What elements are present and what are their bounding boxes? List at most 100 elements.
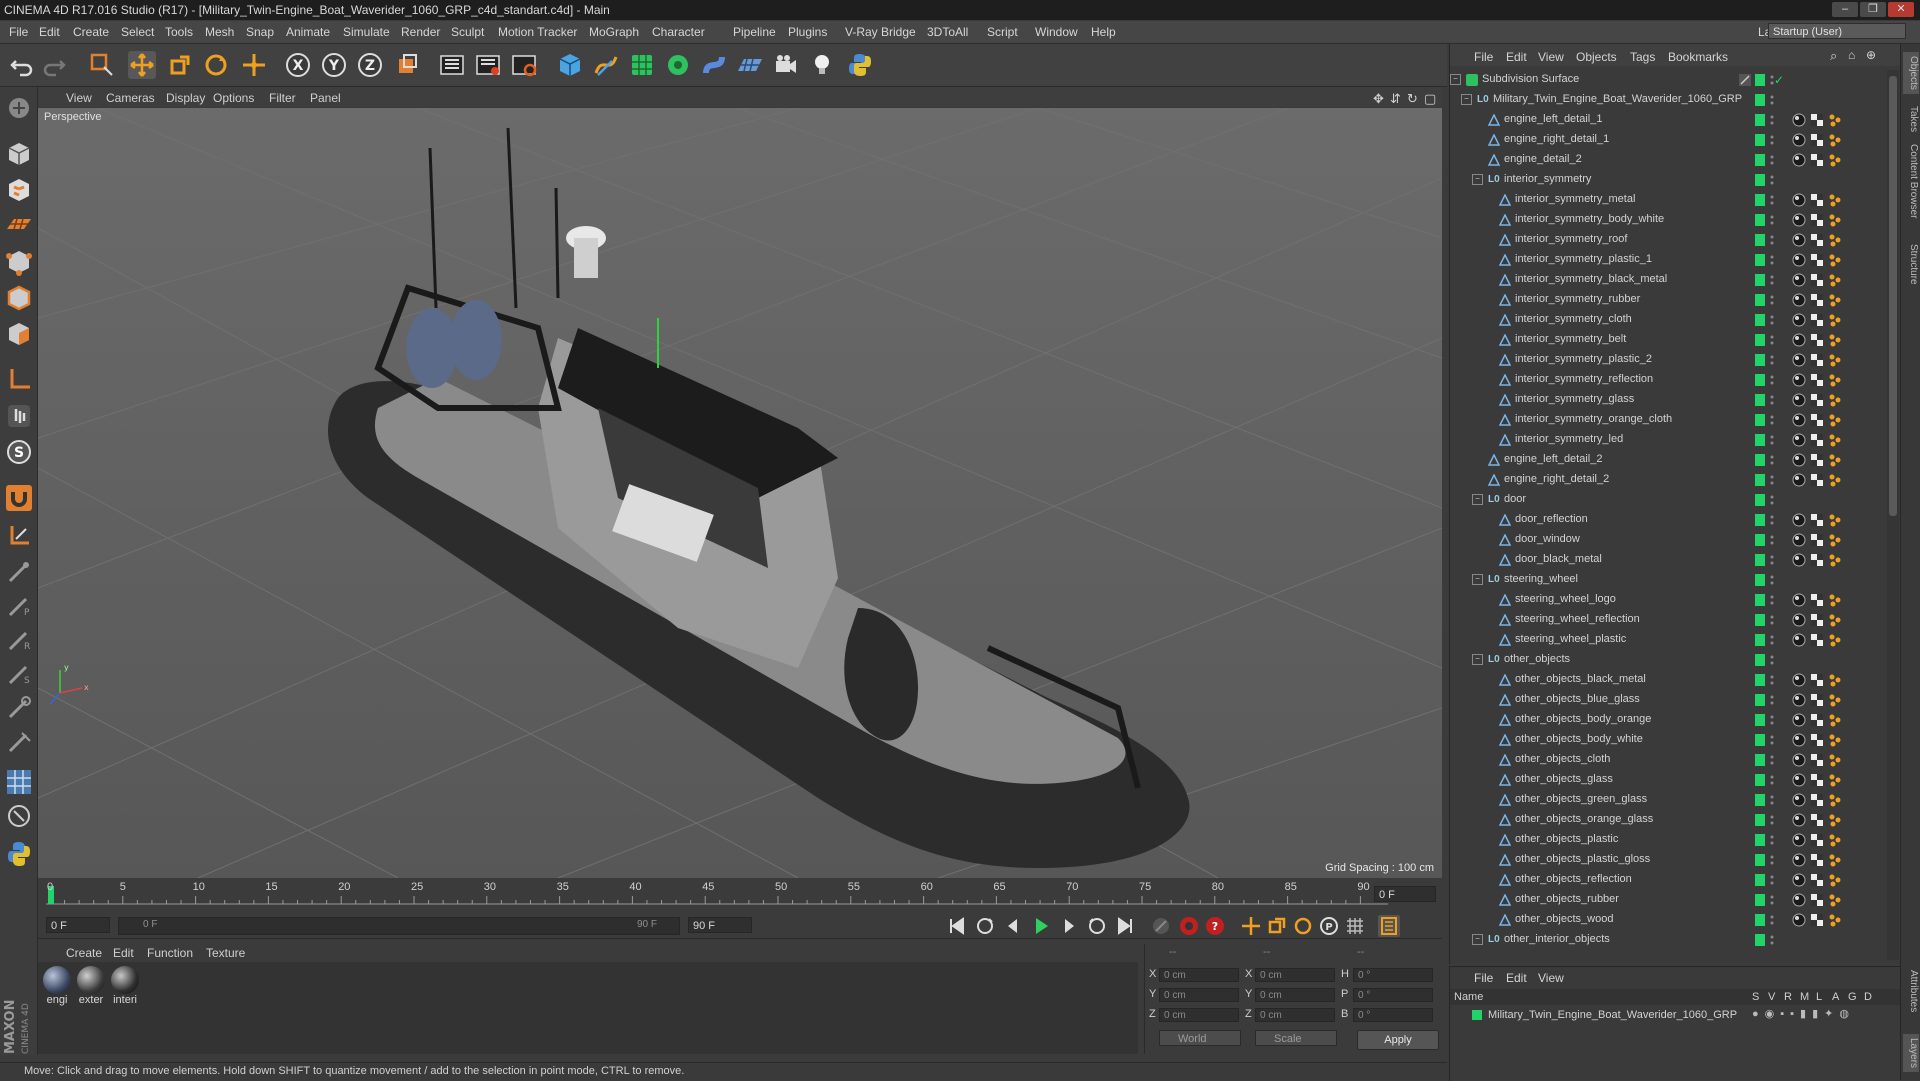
viewport-maximize-icon[interactable]: ▢ <box>1424 91 1436 107</box>
phong-tag-icon[interactable] <box>1792 533 1806 547</box>
rotate-icon[interactable] <box>202 51 230 79</box>
menu-plugins[interactable]: Plugins <box>788 25 827 39</box>
visibility-dots[interactable] <box>1770 114 1774 126</box>
phong-tag-icon[interactable] <box>1792 693 1806 707</box>
layer-color-indicator[interactable] <box>1755 454 1765 466</box>
layer-color-indicator[interactable] <box>1755 314 1765 326</box>
material-tag-icon[interactable] <box>1828 773 1842 787</box>
uvw-tag-icon[interactable] <box>1810 733 1824 747</box>
viewport-menu-panel[interactable]: Panel <box>310 91 341 105</box>
object-name[interactable]: engine_left_detail_1 <box>1504 113 1602 125</box>
expand-toggle-icon[interactable]: − <box>1472 654 1483 665</box>
object-row[interactable]: − L0 interior_symmetry <box>1450 170 1886 190</box>
object-row[interactable]: other_objects_plastic <box>1450 830 1886 850</box>
layout-select[interactable]: Startup (User) <box>1768 23 1906 39</box>
coords-rot-b-field[interactable]: 0 ° <box>1353 1008 1433 1022</box>
phong-tag-icon[interactable] <box>1792 193 1806 207</box>
knife-icon[interactable] <box>4 557 34 587</box>
object-row[interactable]: other_objects_glass <box>1450 770 1886 790</box>
layer-color-indicator[interactable] <box>1755 514 1765 526</box>
layer-color-indicator[interactable] <box>1755 394 1765 406</box>
material-tag-icon[interactable] <box>1828 693 1842 707</box>
sculpt-flatten-icon[interactable] <box>4 693 34 723</box>
uvw-tag-icon[interactable] <box>1810 193 1824 207</box>
object-name[interactable]: other_objects_body_orange <box>1515 713 1651 725</box>
material-tag-icon[interactable] <box>1828 413 1842 427</box>
uvw-tag-icon[interactable] <box>1810 713 1824 727</box>
uvw-tag-icon[interactable] <box>1810 153 1824 167</box>
visibility-dots[interactable] <box>1770 514 1774 526</box>
uvw-tag-icon[interactable] <box>1810 433 1824 447</box>
menu-animate[interactable]: Animate <box>286 25 330 39</box>
sculpt-pull-icon[interactable]: S <box>4 659 34 689</box>
expand-toggle-icon[interactable]: − <box>1450 74 1461 85</box>
visibility-dots[interactable] <box>1770 214 1774 226</box>
menu-motion-tracker[interactable]: Motion Tracker <box>498 25 577 39</box>
object-row[interactable]: engine_right_detail_1 <box>1450 130 1886 150</box>
material-menu-create[interactable]: Create <box>66 946 102 960</box>
model-mode-icon[interactable] <box>4 139 34 169</box>
uvw-tag-icon[interactable] <box>1810 753 1824 767</box>
layer-color-indicator[interactable] <box>1755 434 1765 446</box>
keyframe-move-icon[interactable] <box>1240 915 1262 937</box>
phong-tag-icon[interactable] <box>1792 593 1806 607</box>
tab-structure[interactable]: Structure <box>1903 244 1919 285</box>
coords-size-z-field[interactable]: 0 cm <box>1255 1008 1335 1022</box>
object-row[interactable]: engine_right_detail_2 <box>1450 470 1886 490</box>
phong-tag-icon[interactable] <box>1792 153 1806 167</box>
object-list-scrollbar[interactable] <box>1887 70 1899 960</box>
object-row[interactable]: interior_symmetry_glass <box>1450 390 1886 410</box>
next-key-icon[interactable] <box>1086 915 1108 937</box>
go-start-icon[interactable] <box>946 915 968 937</box>
texture-mode-icon[interactable] <box>4 175 34 205</box>
motion-record-icon[interactable] <box>1150 915 1172 937</box>
layer-row[interactable]: Military_Twin_Engine_Boat_Waverider_1060… <box>1450 1007 1901 1025</box>
visibility-dots[interactable] <box>1770 614 1774 626</box>
tweak-icon[interactable] <box>4 401 34 431</box>
light-icon[interactable] <box>808 51 836 79</box>
object-name[interactable]: interior_symmetry_black_metal <box>1515 273 1667 285</box>
phong-tag-icon[interactable] <box>1792 293 1806 307</box>
uvw-tag-icon[interactable] <box>1810 893 1824 907</box>
object-name[interactable]: door_black_metal <box>1515 553 1602 565</box>
deformer-icon[interactable] <box>700 51 728 79</box>
object-row[interactable]: interior_symmetry_plastic_2 <box>1450 350 1886 370</box>
object-name[interactable]: other_objects_orange_glass <box>1515 813 1653 825</box>
layer-color-indicator[interactable] <box>1755 914 1765 926</box>
menu-simulate[interactable]: Simulate <box>343 25 390 39</box>
lm-menu-file[interactable]: File <box>1474 971 1493 985</box>
material-tag-icon[interactable] <box>1828 613 1842 627</box>
snap-icon[interactable] <box>4 521 34 551</box>
subdivision-icon[interactable] <box>628 51 656 79</box>
menu-script[interactable]: Script <box>987 25 1018 39</box>
start-frame-field[interactable]: 0 F <box>46 917 110 933</box>
object-name[interactable]: other_objects_reflection <box>1515 873 1632 885</box>
object-row[interactable]: interior_symmetry_reflection <box>1450 370 1886 390</box>
phong-tag-icon[interactable] <box>1792 733 1806 747</box>
layer-color-indicator[interactable] <box>1755 354 1765 366</box>
material-menu-function[interactable]: Function <box>147 946 193 960</box>
object-name[interactable]: Subdivision Surface <box>1482 73 1579 85</box>
y-axis-icon[interactable]: Y <box>320 51 348 79</box>
expand-toggle-icon[interactable]: − <box>1472 494 1483 505</box>
om-menu-file[interactable]: File <box>1474 50 1493 64</box>
object-name[interactable]: interior_symmetry_orange_cloth <box>1515 413 1672 425</box>
uvw-tag-icon[interactable] <box>1810 513 1824 527</box>
object-row[interactable]: door_reflection <box>1450 510 1886 530</box>
coords-pos-y-field[interactable]: 0 cm <box>1159 988 1239 1002</box>
visibility-dots[interactable] <box>1770 154 1774 166</box>
uvw-tag-icon[interactable] <box>1810 553 1824 567</box>
object-row[interactable]: other_objects_body_white <box>1450 730 1886 750</box>
uvw-tag-icon[interactable] <box>1810 113 1824 127</box>
uvw-tag-icon[interactable] <box>1810 793 1824 807</box>
uvw-tag-icon[interactable] <box>1810 233 1824 247</box>
phong-tag-icon[interactable] <box>1792 453 1806 467</box>
viewport-camera-label[interactable]: Perspective <box>44 111 101 123</box>
layer-color-indicator[interactable] <box>1755 374 1765 386</box>
floor-icon[interactable] <box>736 51 764 79</box>
visibility-dots[interactable] <box>1770 654 1774 666</box>
object-name[interactable]: other_objects_blue_glass <box>1515 693 1640 705</box>
material-tag-icon[interactable] <box>1828 733 1842 747</box>
uvw-tag-icon[interactable] <box>1810 673 1824 687</box>
phong-tag-icon[interactable] <box>1792 913 1806 927</box>
